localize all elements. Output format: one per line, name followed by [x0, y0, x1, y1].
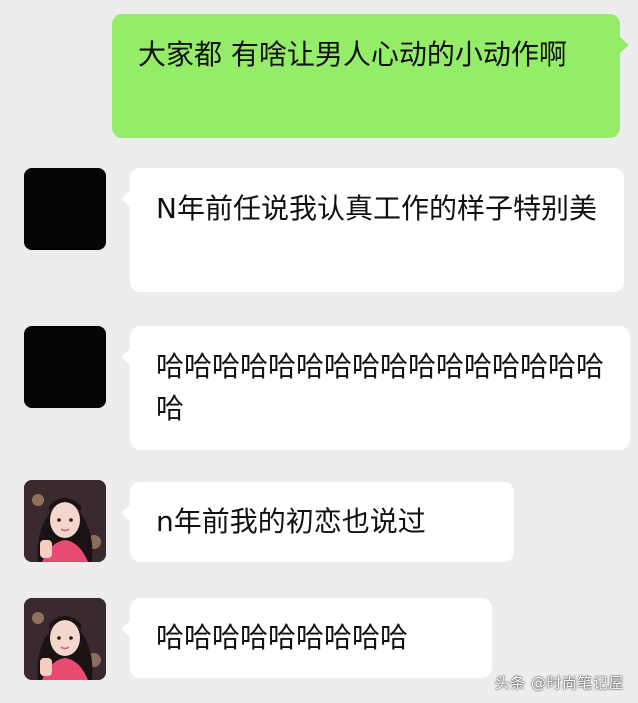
message-bubble-outgoing[interactable]: 大家都 有啥让男人心动的小动作啊: [112, 14, 629, 138]
avatar[interactable]: [24, 168, 106, 250]
message-text: 哈哈哈哈哈哈哈哈哈哈哈哈哈哈哈哈哈: [156, 350, 605, 425]
message-bubble-incoming[interactable]: 哈哈哈哈哈哈哈哈哈哈哈哈哈哈哈哈哈: [121, 326, 630, 450]
chat-area: 大家都 有啥让男人心动的小动作啊 N年前任说我认真工作的样子特别美 哈哈哈哈哈哈…: [0, 0, 638, 703]
message-bubble-incoming[interactable]: 哈哈哈哈哈哈哈哈哈: [121, 598, 492, 678]
message-text: N年前任说我认真工作的样子特别美: [156, 192, 597, 225]
message-text: 哈哈哈哈哈哈哈哈哈: [156, 621, 409, 654]
girl-avatar-icon: [24, 598, 106, 680]
message-bubble-incoming[interactable]: n年前我的初恋也说过: [121, 482, 514, 562]
message-bubble-incoming[interactable]: N年前任说我认真工作的样子特别美: [121, 168, 624, 292]
girl-avatar-icon: [24, 480, 106, 562]
message-text: n年前我的初恋也说过: [156, 505, 426, 538]
avatar[interactable]: [24, 598, 106, 680]
watermark: 头条 @时尚笔记屋: [494, 674, 624, 692]
message-text: 大家都 有啥让男人心动的小动作啊: [138, 38, 567, 71]
avatar[interactable]: [24, 480, 106, 562]
avatar[interactable]: [24, 326, 106, 408]
